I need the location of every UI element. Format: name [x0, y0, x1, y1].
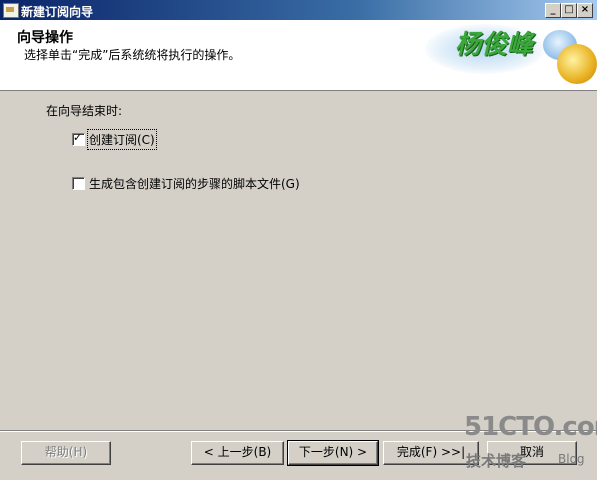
- watermark-tech-blog: 技术博客: [466, 452, 527, 470]
- title-bar: 新建订阅向导 _ □ ×: [0, 0, 597, 20]
- close-button[interactable]: ×: [577, 3, 593, 18]
- logo-brand-text: 杨俊峰: [455, 30, 534, 60]
- logo-database-icon: [557, 44, 597, 84]
- site-watermark: 51CTO.com 技术博客 Blog: [462, 412, 597, 480]
- wizard-app-icon: [3, 3, 19, 18]
- page-title: 向导操作: [17, 30, 73, 46]
- brand-logo: 杨俊峰: [425, 20, 597, 90]
- checkmark-icon: ✓: [73, 131, 83, 144]
- create-subscription-checkbox[interactable]: ✓: [72, 131, 85, 146]
- page-subtitle: 选择单击“完成”后系统统将执行的操作。: [24, 48, 241, 62]
- create-subscription-label[interactable]: 创建订阅(C): [87, 129, 157, 150]
- next-button[interactable]: 下一步(N) >: [287, 440, 379, 466]
- wizard-header: 向导操作 选择单击“完成”后系统统将执行的操作。 杨俊峰: [0, 20, 597, 91]
- generate-script-checkbox[interactable]: [72, 177, 85, 190]
- minimize-button[interactable]: _: [545, 3, 561, 18]
- completion-prompt: 在向导结束时:: [46, 104, 123, 118]
- watermark-blog: Blog: [558, 452, 585, 466]
- watermark-site: 51CTO.com: [464, 412, 597, 442]
- back-button[interactable]: < 上一步(B): [191, 441, 284, 465]
- generate-script-label[interactable]: 生成包含创建订阅的步骤的脚本文件(G): [89, 175, 300, 192]
- help-button[interactable]: 帮助(H): [21, 441, 111, 465]
- window-title: 新建订阅向导: [21, 5, 94, 19]
- maximize-button[interactable]: □: [561, 3, 577, 18]
